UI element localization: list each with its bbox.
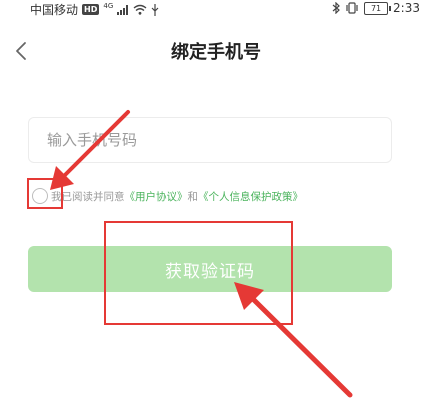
status-bar: 中国移动 HD 4G 71 2:33	[0, 0, 432, 22]
status-right: 71 2:33	[332, 1, 420, 15]
agreement-checkbox[interactable]	[32, 188, 48, 204]
privacy-policy-link[interactable]: 《个人信息保护政策》	[198, 189, 303, 204]
usb-icon	[151, 3, 159, 16]
hd-badge: HD	[82, 4, 100, 15]
arrow-to-button	[234, 282, 353, 398]
vibrate-icon	[346, 2, 358, 14]
signal-icon	[117, 4, 129, 15]
bluetooth-icon	[332, 2, 340, 14]
get-verification-code-button[interactable]: 获取验证码	[28, 246, 392, 292]
battery-icon: 71	[364, 1, 392, 15]
network-type: 4G	[103, 1, 114, 10]
clock: 2:33	[393, 1, 420, 15]
user-agreement-link[interactable]: 《用户协议》	[125, 189, 188, 204]
carrier-name: 中国移动	[30, 3, 79, 17]
status-left: 中国移动 HD 4G	[30, 1, 159, 18]
agreement-row: 我已阅读并同意 《用户协议》 和 《个人信息保护政策》	[32, 186, 303, 206]
wifi-icon	[133, 4, 147, 15]
page-title: 绑定手机号	[171, 42, 261, 63]
agreement-prefix: 我已阅读并同意	[51, 190, 125, 203]
phone-number-input[interactable]	[28, 117, 392, 163]
agreement-conjunction: 和	[187, 190, 199, 203]
title-bar: 绑定手机号	[0, 30, 432, 74]
